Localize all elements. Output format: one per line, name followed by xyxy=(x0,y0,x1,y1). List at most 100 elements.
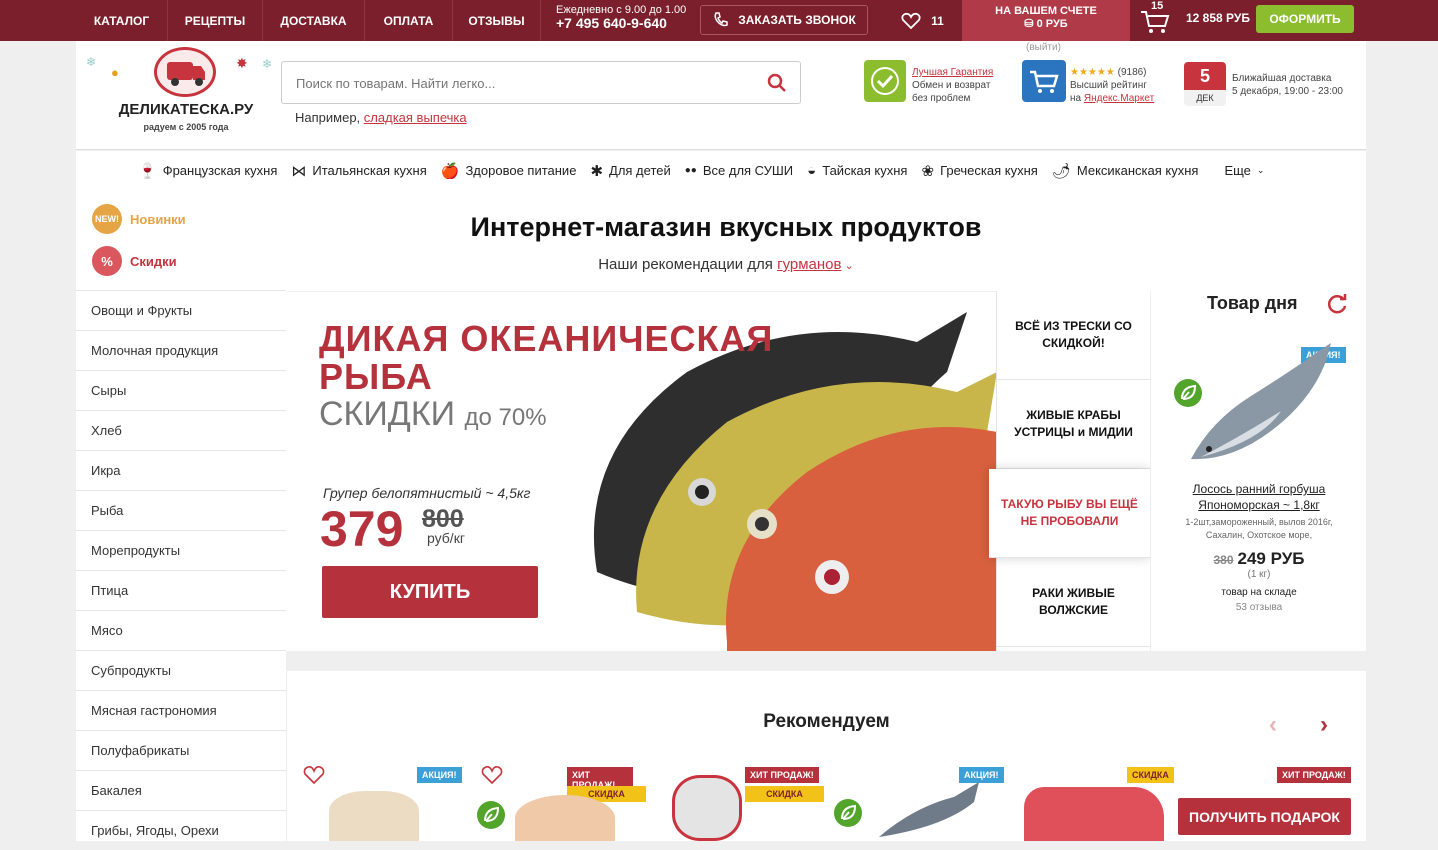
product-card[interactable]: СКИДКА xyxy=(1022,765,1190,841)
delivery-day: 5 xyxy=(1184,62,1226,90)
sidebar-item-semifinished[interactable]: Полуфабрикаты xyxy=(76,730,286,770)
tuna-image xyxy=(1024,787,1164,841)
sidebar-new[interactable]: NEW! Новинки xyxy=(92,204,286,234)
bowl-icon: ◒ xyxy=(807,162,817,179)
cuisine-french[interactable]: 🍷 Французская кухня xyxy=(138,162,277,180)
sidebar-item-mushrooms[interactable]: Грибы, Ягоды, Орехи xyxy=(76,810,286,850)
sidebar-item-cheese[interactable]: Сыры xyxy=(76,370,286,410)
sidebar-item-meat[interactable]: Мясо xyxy=(76,610,286,650)
sidebar-item-poultry[interactable]: Птица xyxy=(76,570,286,610)
calendar-icon: 5 ДЕК xyxy=(1184,62,1226,106)
logo[interactable]: ❄ ● ✸ ❄ ДЕЛИКАТЕСКА.РУ радуем с 2005 год… xyxy=(76,41,296,150)
reviews-count[interactable]: 53 отзыва xyxy=(1151,602,1367,613)
cuisine-healthy[interactable]: 🍎 Здоровое питание xyxy=(441,162,577,180)
chevron-down-icon: ⌄ xyxy=(1256,165,1265,175)
next-arrow-icon[interactable]: › xyxy=(1320,711,1328,739)
example-link[interactable]: сладкая выпечка xyxy=(364,110,467,125)
product-card[interactable]: АКЦИЯ! xyxy=(287,765,462,841)
delivery-badge: 5 ДЕК Ближайшая доставка 5 декабря, 19:0… xyxy=(1184,62,1374,108)
nav-catalog[interactable]: КАТАЛОГ xyxy=(76,0,168,41)
promo-banner[interactable]: ДИКАЯ ОКЕАНИЧЕСКАЯ РЫБА СКИДКИ до 70% Гр… xyxy=(287,291,996,651)
guarantee-line2: Обмен и возврат xyxy=(912,80,991,91)
sidebar-item-bread[interactable]: Хлеб xyxy=(76,410,286,450)
cuisine-greek[interactable]: ❀ Греческая кухня xyxy=(921,162,1037,180)
sidebar-sale-label: Скидки xyxy=(130,253,177,269)
sidebar-item-fish[interactable]: Рыба xyxy=(76,490,286,530)
promo-tabs: ВСЁ ИЗ ТРЕСКИ СО СКИДКОЙ! ЖИВЫЕ КРАБЫ УС… xyxy=(989,291,1150,651)
phone-number[interactable]: +7 495 640-9-640 xyxy=(556,16,690,30)
cuisine-sushi[interactable]: ●● Все для СУШИ xyxy=(685,163,793,178)
sidebar-item-seafood[interactable]: Морепродукты xyxy=(76,530,286,570)
checkout-button[interactable]: ОФОРМИТЬ xyxy=(1256,5,1354,33)
product-card[interactable]: ХИТ ПРОДАЖ! СКИДКА xyxy=(465,765,646,841)
guarantee-badge: Лучшая Гарантия Обмен и возврат без проб… xyxy=(864,60,1014,106)
product-of-day-name[interactable]: Лосось ранний горбуша Япономорская ~ 1,8… xyxy=(1171,481,1347,513)
banner-unit: руб/кг xyxy=(427,530,465,546)
banner-sale: СКИДКИ до 70% xyxy=(319,395,547,434)
cart-sum: 12 858 РУБ xyxy=(1186,11,1250,25)
eco-leaf-icon xyxy=(477,801,505,829)
sidebar-item-offal[interactable]: Субпродукты xyxy=(76,650,286,690)
sidebar: NEW! Новинки % Скидки Овощи и Фрукты Мол… xyxy=(76,190,286,841)
banner-buy-button[interactable]: КУПИТЬ xyxy=(322,566,538,618)
snowflake-icon: ❄ xyxy=(262,57,273,71)
product-card[interactable]: ХИТ ПРОДАЖ! СКИДКА xyxy=(667,765,835,841)
sidebar-item-deli[interactable]: Мясная гастрономия xyxy=(76,690,286,730)
olive-icon: ❀ xyxy=(921,162,935,180)
subtitle-text: Наши рекомендации для xyxy=(598,256,773,273)
sidebar-item-vegetables[interactable]: Овощи и Фрукты xyxy=(76,290,286,330)
cuisine-kids[interactable]: ✱ Для детей xyxy=(590,162,670,180)
caviar-jar-image xyxy=(672,775,742,841)
guarantee-link[interactable]: Лучшая Гарантия xyxy=(912,66,993,79)
salmon-image[interactable] xyxy=(1181,341,1341,471)
nav-payment[interactable]: ОПЛАТА xyxy=(365,0,453,41)
market-cart-icon xyxy=(1022,60,1066,102)
search-icon[interactable] xyxy=(766,72,788,94)
search-box xyxy=(281,61,801,104)
account-balance[interactable]: НА ВАШЕМ СЧЕТЕ ⛁ 0 РУБ xyxy=(962,0,1130,41)
chevron-down-icon: ⌄ xyxy=(841,260,854,272)
nav-recipes[interactable]: РЕЦЕПТЫ xyxy=(168,0,263,41)
hit-badge: ХИТ ПРОДАЖ! xyxy=(1277,767,1351,783)
more-label: Еще xyxy=(1224,163,1251,178)
search-input[interactable] xyxy=(296,73,756,93)
guarantee-line3: без проблем xyxy=(912,93,971,104)
example-prefix: Например, xyxy=(295,110,361,125)
promo-tab-new-fish[interactable]: ТАКУЮ РЫБУ ВЫ ЕЩЁ НЕ ПРОБОВАЛИ xyxy=(989,469,1150,558)
cuisine-thai[interactable]: ◒ Тайская кухня xyxy=(807,162,907,179)
promo-tab-crayfish[interactable]: РАКИ ЖИВЫЕ ВОЛЖСКИЕ xyxy=(997,558,1150,647)
order-call-button[interactable]: ЗАКАЗАТЬ ЗВОНОК xyxy=(700,5,868,35)
logout-link[interactable]: (выйти) xyxy=(1026,42,1061,53)
rattle-icon: ✱ xyxy=(590,162,604,180)
product-of-day-unit: (1 кг) xyxy=(1247,569,1271,580)
cuisine-mexican[interactable]: 🌶 Мексиканская кухня xyxy=(1052,162,1199,180)
delivery-month: ДЕК xyxy=(1196,93,1214,103)
rating-prefix: на xyxy=(1070,93,1082,104)
audience-select[interactable]: гурманов xyxy=(777,256,841,273)
header: ❄ ● ✸ ❄ ДЕЛИКАТЕСКА.РУ радуем с 2005 год… xyxy=(76,41,1366,150)
prev-arrow-icon[interactable]: ‹ xyxy=(1269,711,1277,739)
nav-reviews[interactable]: ОТЗЫВЫ xyxy=(453,0,541,41)
favorites-count: 11 xyxy=(931,13,944,28)
top-bar: КАТАЛОГ РЕЦЕПТЫ ДОСТАВКА ОПЛАТА ОТЗЫВЫ Е… xyxy=(0,0,1438,41)
cuisine-italian[interactable]: ⋈ Итальянская кухня xyxy=(291,162,426,180)
favorites-button[interactable]: 11 xyxy=(885,0,960,41)
nav-delivery[interactable]: ДОСТАВКА xyxy=(263,0,365,41)
refresh-icon[interactable] xyxy=(1327,293,1349,315)
heart-icon[interactable] xyxy=(481,765,503,785)
cuisine-more[interactable]: Еще ⌄ xyxy=(1224,163,1264,178)
yandex-market-link[interactable]: Яндекс.Маркет xyxy=(1084,93,1154,104)
sidebar-sale[interactable]: % Скидки xyxy=(92,246,286,276)
sidebar-new-label: Новинки xyxy=(130,211,186,227)
sidebar-item-grocery[interactable]: Бакалея xyxy=(76,770,286,810)
get-gift-button[interactable]: ПОЛУЧИТЬ ПОДАРОК xyxy=(1178,798,1351,835)
sidebar-item-caviar[interactable]: Икра xyxy=(76,450,286,490)
banner-sale-upto: до 70% xyxy=(464,404,547,431)
product-card[interactable]: АКЦИЯ! xyxy=(832,765,1004,841)
promo-tab-cod[interactable]: ВСЁ ИЗ ТРЕСКИ СО СКИДКОЙ! xyxy=(997,291,1150,380)
sidebar-item-dairy[interactable]: Молочная продукция xyxy=(76,330,286,370)
cuisine-label: Все для СУШИ xyxy=(702,163,794,178)
heart-icon[interactable] xyxy=(303,765,325,785)
promo-tab-crabs[interactable]: ЖИВЫЕ КРАБЫ УСТРИЦЫ и МИДИИ xyxy=(997,380,1150,469)
search-example: Например, сладкая выпечка xyxy=(295,110,467,125)
